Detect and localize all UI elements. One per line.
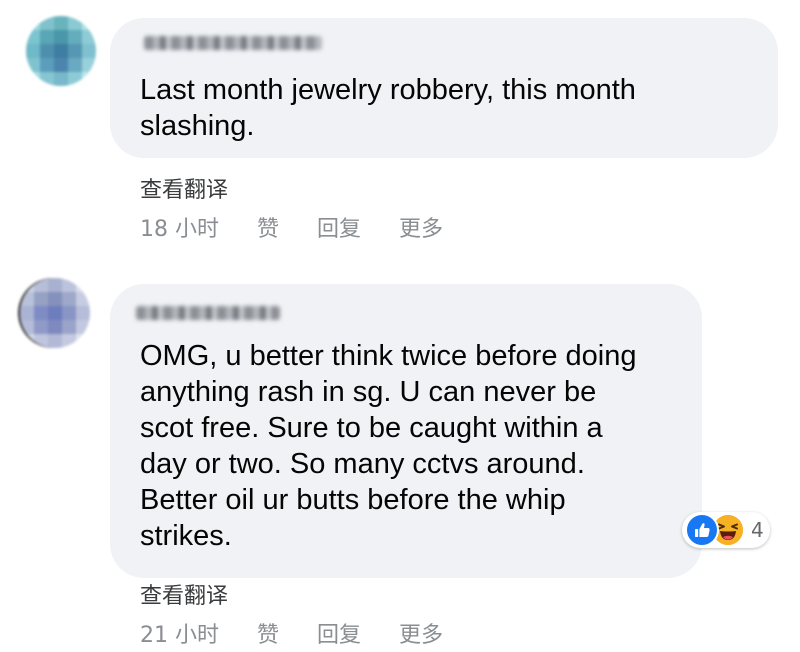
- comment-bubble: OMG, u better think twice before doing a…: [110, 284, 702, 578]
- comment-bubble: Last month jewelry robbery, this month s…: [110, 18, 778, 158]
- reaction-summary[interactable]: 4: [682, 512, 770, 548]
- comment-time[interactable]: 18 小时: [140, 211, 219, 243]
- comment-time[interactable]: 21 小时: [140, 617, 219, 649]
- reply-button[interactable]: 回复: [317, 617, 361, 649]
- comment: OMG, u better think twice before doing a…: [0, 250, 800, 652]
- reply-button[interactable]: 回复: [317, 211, 361, 243]
- comment-text: Last month jewelry robbery, this month s…: [140, 74, 636, 142]
- like-button[interactable]: 赞: [257, 617, 279, 649]
- comment-meta: 18 小时 赞 回复 更多: [140, 211, 481, 243]
- reaction-count: 4: [751, 518, 764, 542]
- comment-text: OMG, u better think twice before doing a…: [140, 340, 637, 552]
- see-translation-link[interactable]: 查看翻译: [140, 578, 228, 610]
- see-translation-link[interactable]: 查看翻译: [140, 172, 228, 204]
- more-button[interactable]: 更多: [399, 211, 443, 243]
- comment: Last month jewelry robbery, this month s…: [0, 0, 800, 250]
- comment-meta: 21 小时 赞 回复 更多: [140, 617, 481, 649]
- commenter-name[interactable]: [136, 306, 280, 320]
- like-icon: [685, 513, 719, 547]
- more-button[interactable]: 更多: [399, 617, 443, 649]
- commenter-name[interactable]: [144, 36, 322, 50]
- like-button[interactable]: 赞: [257, 211, 279, 243]
- avatar[interactable]: [20, 278, 90, 348]
- avatar[interactable]: [26, 16, 96, 86]
